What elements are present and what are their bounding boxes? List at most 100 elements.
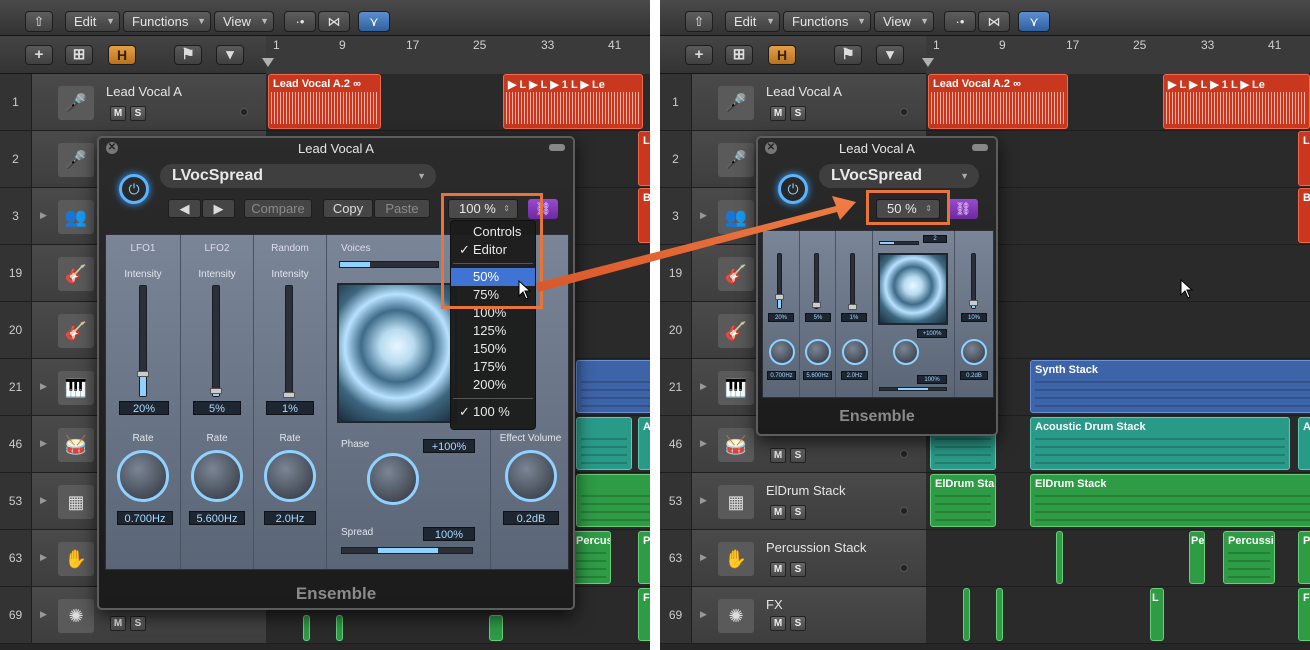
effect-volume-knob[interactable]: [961, 339, 987, 365]
solo-button[interactable]: S: [790, 106, 806, 121]
view-menu-button[interactable]: View ▼: [214, 11, 274, 32]
menu-item-125[interactable]: 125%: [451, 322, 535, 340]
disclosure-triangle-icon[interactable]: ▶: [40, 210, 47, 221]
record-indicator[interactable]: [900, 507, 908, 515]
solo-button[interactable]: S: [130, 616, 146, 631]
lfo2-intensity-value[interactable]: 5%: [193, 401, 241, 415]
midi-region[interactable]: Percussi: [571, 531, 611, 584]
lfo1-intensity-slider[interactable]: [137, 285, 149, 397]
audio-region[interactable]: L: [638, 131, 650, 186]
preset-menu[interactable]: LVocSpread ▼: [160, 164, 436, 188]
slider-thumb[interactable]: [137, 371, 149, 377]
random-rate-knob[interactable]: [842, 339, 868, 365]
disclosure-triangle-icon[interactable]: ▶: [700, 609, 707, 620]
catch-button[interactable]: ·•: [944, 11, 976, 32]
disclosure-triangle-icon[interactable]: ▶: [40, 381, 47, 392]
voices-slider[interactable]: [339, 261, 439, 268]
flag-button[interactable]: ⚑: [174, 45, 202, 65]
lfo1-rate-value[interactable]: 0.700Hz: [767, 371, 796, 380]
playhead-icon[interactable]: [922, 58, 934, 67]
midi-region[interactable]: P: [1298, 531, 1310, 584]
disclosure-triangle-icon[interactable]: ▶: [40, 438, 47, 449]
phase-value[interactable]: +100%: [423, 439, 475, 453]
lfo1-intensity-value[interactable]: 20%: [768, 313, 794, 322]
track-header[interactable]: 1 🎤 Lead Vocal A MS: [0, 74, 266, 131]
midi-region[interactable]: [336, 615, 343, 641]
mute-button[interactable]: M: [110, 616, 126, 631]
snap-button[interactable]: ⋈: [318, 11, 350, 32]
midi-region[interactable]: P: [638, 531, 650, 584]
effect-volume-value[interactable]: 0.2dB: [960, 371, 988, 380]
collapse-button[interactable]: ▾: [876, 45, 904, 65]
midi-region[interactable]: F: [638, 588, 650, 641]
snap-button[interactable]: ⋈: [978, 11, 1010, 32]
up-arrow-button[interactable]: ⇧: [685, 11, 713, 32]
track-header[interactable]: 69 ▶ ✺ FX M S: [660, 587, 926, 644]
up-arrow-button[interactable]: ⇧: [25, 11, 53, 32]
slider-thumb[interactable]: [210, 387, 222, 394]
spread-slider[interactable]: [341, 547, 473, 554]
mix-slider[interactable]: [969, 253, 978, 309]
solo-button[interactable]: S: [790, 562, 806, 577]
previous-preset-button[interactable]: ◀: [168, 199, 201, 218]
midi-region[interactable]: ElDrum Stack: [1030, 474, 1310, 527]
midi-region[interactable]: Pe: [1189, 531, 1205, 584]
midi-region[interactable]: [996, 588, 1003, 641]
lfo2-intensity-value[interactable]: 5%: [805, 313, 831, 322]
audio-region[interactable]: Lead Vocal A.2 ∞: [268, 74, 381, 129]
menu-item-175[interactable]: 175%: [451, 358, 535, 376]
lfo2-intensity-slider[interactable]: [210, 285, 222, 397]
lfo1-intensity-value[interactable]: 20%: [119, 401, 169, 415]
hide-tracks-button[interactable]: H: [108, 45, 136, 65]
lfo2-rate-value[interactable]: 5.600Hz: [189, 511, 245, 525]
midi-region[interactable]: [303, 615, 310, 641]
lfo1-rate-knob[interactable]: [769, 339, 795, 365]
mute-button[interactable]: M: [770, 448, 786, 463]
track-header[interactable]: 1 🎤 Lead Vocal A MS: [660, 74, 926, 131]
playhead-icon[interactable]: [262, 58, 274, 67]
minimize-icon[interactable]: [972, 144, 988, 151]
add-folder-button[interactable]: ⊞: [65, 45, 93, 65]
midi-region[interactable]: [489, 615, 503, 641]
phase-value[interactable]: +100%: [917, 329, 947, 338]
paste-button[interactable]: Paste: [374, 199, 430, 218]
disclosure-triangle-icon[interactable]: ▶: [700, 552, 707, 563]
audio-region[interactable]: ▶ L ▶ L ▶ 1 L ▶ Le: [1163, 74, 1310, 129]
mute-button[interactable]: M: [770, 616, 786, 631]
mute-button[interactable]: M: [770, 562, 786, 577]
midi-region[interactable]: ElDrum Sta: [930, 474, 996, 527]
functions-menu-button[interactable]: Functions ▼: [783, 11, 871, 32]
record-indicator[interactable]: [240, 108, 248, 116]
copy-button[interactable]: Copy: [323, 199, 373, 218]
midi-region[interactable]: [576, 360, 650, 413]
track-lane[interactable]: Pe Percussi P: [926, 530, 1310, 587]
add-folder-button[interactable]: ⊞: [725, 45, 753, 65]
disclosure-triangle-icon[interactable]: ▶: [700, 495, 707, 506]
track-header[interactable]: 63 ▶ ✋ Percussion Stack M S: [660, 530, 926, 587]
track-lane[interactable]: ElDrum Sta ElDrum Stack: [926, 473, 1310, 530]
audio-region[interactable]: Lead Vocal A.2 ∞: [928, 74, 1068, 129]
solo-button[interactable]: S: [790, 505, 806, 520]
record-indicator[interactable]: [900, 108, 908, 116]
functions-menu-button[interactable]: Functions ▼: [123, 11, 211, 32]
add-track-button[interactable]: +: [685, 45, 713, 65]
mix-value[interactable]: 10%: [961, 313, 987, 322]
compare-button[interactable]: Compare: [244, 199, 312, 218]
random-intensity-value[interactable]: 1%: [266, 401, 314, 415]
bar-ruler[interactable]: 1 9 17 25 33 41: [922, 36, 1310, 74]
disclosure-triangle-icon[interactable]: ▶: [40, 609, 47, 620]
catch-button[interactable]: ·•: [284, 11, 316, 32]
lfo1-rate-knob[interactable]: [117, 450, 169, 502]
menu-item-150[interactable]: 150%: [451, 340, 535, 358]
mute-button[interactable]: M: [770, 505, 786, 520]
slider-thumb[interactable]: [969, 299, 978, 306]
midi-region[interactable]: [576, 474, 650, 527]
phase-knob[interactable]: [367, 453, 419, 505]
midi-region[interactable]: L: [1150, 588, 1164, 641]
mute-button[interactable]: M: [110, 106, 126, 121]
effect-volume-value[interactable]: 0.2dB: [503, 511, 559, 525]
edit-menu-button[interactable]: Edit ▼: [65, 11, 120, 32]
spread-value[interactable]: 100%: [423, 527, 475, 541]
midi-region[interactable]: [963, 588, 970, 641]
midi-region[interactable]: [1056, 531, 1063, 584]
